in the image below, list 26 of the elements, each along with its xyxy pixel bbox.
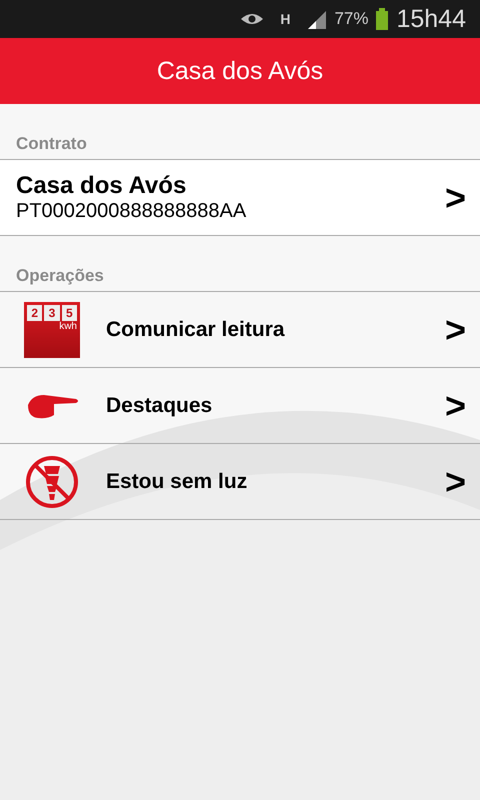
contract-code: PT0002000888888888AA [16, 200, 248, 223]
meter-digit: 3 [44, 304, 60, 320]
operation-label: Comunicar leitura [106, 318, 286, 342]
eye-icon [240, 11, 264, 27]
clock: 15h44 [396, 4, 466, 34]
meter-digit: 2 [27, 304, 42, 320]
operation-row[interactable]: Estou sem luz > [0, 444, 480, 520]
chevron-icon: > [444, 176, 466, 218]
meter-unit: kwh [58, 320, 77, 332]
operation-row[interactable]: 2 3 5 kwh Comunicar leitura > [0, 292, 480, 368]
no-lightbulb-icon [24, 454, 80, 510]
chevron-icon: > [444, 460, 466, 502]
operation-row[interactable]: Destaques > [0, 368, 480, 444]
battery-icon [376, 8, 388, 30]
battery-percentage: 77% [334, 9, 368, 29]
operation-label: Destaques [106, 394, 214, 418]
operation-label: Estou sem luz [106, 470, 248, 494]
header-title: Casa dos Avós [156, 56, 324, 86]
contract-name: Casa dos Avós [16, 172, 188, 200]
signal-icon [306, 9, 326, 29]
chevron-icon: > [444, 384, 466, 426]
network-indicator: H [280, 11, 290, 27]
chevron-icon: > [444, 308, 466, 350]
contract-row[interactable]: Casa dos Avós PT0002000888888888AA > [0, 160, 480, 236]
meter-digit: 5 [62, 304, 77, 320]
section-label: Operações [0, 236, 480, 292]
